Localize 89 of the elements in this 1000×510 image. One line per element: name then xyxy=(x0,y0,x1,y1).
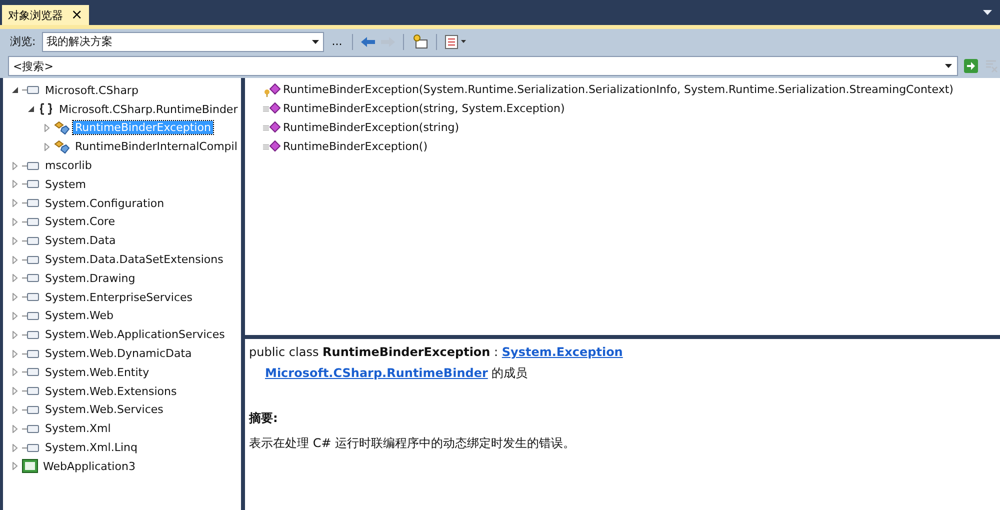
tree-item[interactable]: System.Web.DynamicData xyxy=(43,347,194,360)
browse-dropdown[interactable]: 我的解决方案 xyxy=(42,32,324,52)
expand-arrow-icon[interactable] xyxy=(11,387,19,396)
method-icon xyxy=(263,102,281,116)
assembly-icon xyxy=(22,422,40,435)
tree-item[interactable]: System.Web xyxy=(43,309,116,322)
expand-arrow-icon[interactable] xyxy=(43,142,51,151)
assembly-icon xyxy=(22,84,40,96)
assembly-icon xyxy=(22,272,40,284)
member-item[interactable]: RuntimeBinderException() xyxy=(283,140,428,153)
expand-arrow-icon[interactable] xyxy=(11,312,19,320)
assembly-icon xyxy=(22,404,40,416)
member-item[interactable]: RuntimeBinderException(System.Runtime.Serialization.SerializationInfo, System.Runtime.Serialization.StreamingContext) xyxy=(283,83,954,96)
collapse-arrow-icon[interactable] xyxy=(11,86,19,94)
tree-item[interactable]: WebApplication3 xyxy=(41,460,138,473)
expand-arrow-icon[interactable] xyxy=(11,293,19,302)
expand-arrow-icon[interactable] xyxy=(11,236,19,245)
expand-arrow-icon[interactable] xyxy=(11,406,19,414)
tree-item[interactable]: System.EnterpriseServices xyxy=(43,290,194,304)
tree-item[interactable]: System.Data xyxy=(43,234,118,248)
back-arrow-icon[interactable] xyxy=(361,36,376,46)
class-icon xyxy=(54,140,70,154)
expand-arrow-icon[interactable] xyxy=(11,424,19,433)
more-button[interactable]: ... xyxy=(330,35,344,48)
tree-item[interactable]: System.Data.DataSetExtensions xyxy=(43,253,226,266)
expand-arrow-icon[interactable] xyxy=(11,180,19,188)
dropdown-caret-icon xyxy=(312,40,319,44)
tree-item[interactable]: System.Configuration xyxy=(43,196,166,210)
document-tab[interactable]: 对象浏览器 × xyxy=(2,5,89,25)
summary-text: 表示在处理 C# 运行时联编程序中的动态绑定时发生的错误。 xyxy=(249,435,576,452)
tree-item[interactable]: System.Xml xyxy=(43,422,113,436)
method-icon xyxy=(263,120,281,134)
assembly-icon xyxy=(22,310,40,322)
expand-arrow-icon[interactable] xyxy=(11,368,19,376)
assembly-icon xyxy=(22,385,40,398)
method-icon xyxy=(263,140,281,154)
search-field[interactable]: <搜索> xyxy=(8,56,958,76)
expand-arrow-icon[interactable] xyxy=(11,274,19,282)
expand-arrow-icon[interactable] xyxy=(11,350,19,358)
tree-item[interactable]: System.Web.ApplicationServices xyxy=(43,328,227,342)
assembly-icon xyxy=(22,291,40,304)
tree-item[interactable]: System.Web.Services xyxy=(43,403,166,416)
tree-item[interactable]: Microsoft.CSharp xyxy=(43,84,140,97)
protected-method-icon xyxy=(263,82,281,96)
tree-item[interactable]: System.Drawing xyxy=(43,272,138,285)
tree-item[interactable]: System.Xml.Linq xyxy=(43,441,140,454)
assembly-icon xyxy=(22,254,40,266)
tree-item[interactable]: System.Core xyxy=(43,215,117,228)
dropdown-caret-icon xyxy=(945,64,952,68)
tree-item[interactable]: System xyxy=(43,178,88,191)
namespace-icon xyxy=(38,103,54,116)
assembly-icon xyxy=(22,178,40,190)
assembly-icon xyxy=(22,442,40,454)
class-declaration: public class RuntimeBinderException : xyxy=(249,345,500,359)
assembly-icon xyxy=(22,366,40,378)
tree-item[interactable]: System.Web.Entity xyxy=(43,366,152,379)
go-arrow-icon[interactable] xyxy=(964,59,978,73)
member-of-text: 的成员 xyxy=(492,366,528,380)
expand-arrow-icon[interactable] xyxy=(43,124,51,132)
tree-item[interactable]: Microsoft.CSharp.RuntimeBinder xyxy=(57,102,240,116)
expand-arrow-icon[interactable] xyxy=(11,330,19,339)
assembly-icon xyxy=(22,216,40,228)
base-class-link[interactable]: System.Exception xyxy=(502,345,623,359)
tree-item[interactable]: mscorlib xyxy=(43,159,94,172)
tree-item[interactable]: System.Web.Extensions xyxy=(43,384,179,398)
assembly-icon xyxy=(22,234,40,247)
summary-heading: 摘要: xyxy=(249,410,279,427)
expand-arrow-icon[interactable] xyxy=(11,462,19,470)
close-button[interactable]: × xyxy=(71,7,83,23)
expand-arrow-icon[interactable] xyxy=(11,256,19,264)
namespace-link[interactable]: Microsoft.CSharp.RuntimeBinder xyxy=(265,366,488,380)
project-icon xyxy=(22,459,38,474)
expand-arrow-icon[interactable] xyxy=(11,218,19,226)
browse-label: 浏览: xyxy=(10,34,36,49)
member-item[interactable]: RuntimeBinderException(string) xyxy=(283,121,460,134)
collapse-arrow-icon[interactable] xyxy=(27,105,35,114)
dropdown-caret-icon[interactable] xyxy=(983,10,992,15)
settings-list-icon[interactable] xyxy=(445,34,468,48)
member-item[interactable]: RuntimeBinderException(string, System.Exception) xyxy=(283,102,565,115)
expand-arrow-icon[interactable] xyxy=(11,162,19,170)
expand-arrow-icon[interactable] xyxy=(11,444,19,452)
assembly-icon xyxy=(22,348,40,360)
assembly-icon xyxy=(22,197,40,210)
add-reference-icon[interactable] xyxy=(412,34,428,50)
tree-item[interactable]: RuntimeBinderInternalCompil xyxy=(73,140,240,154)
assembly-icon xyxy=(22,328,40,341)
assembly-icon xyxy=(22,160,40,172)
class-icon xyxy=(54,120,70,135)
expand-arrow-icon[interactable] xyxy=(11,199,19,208)
